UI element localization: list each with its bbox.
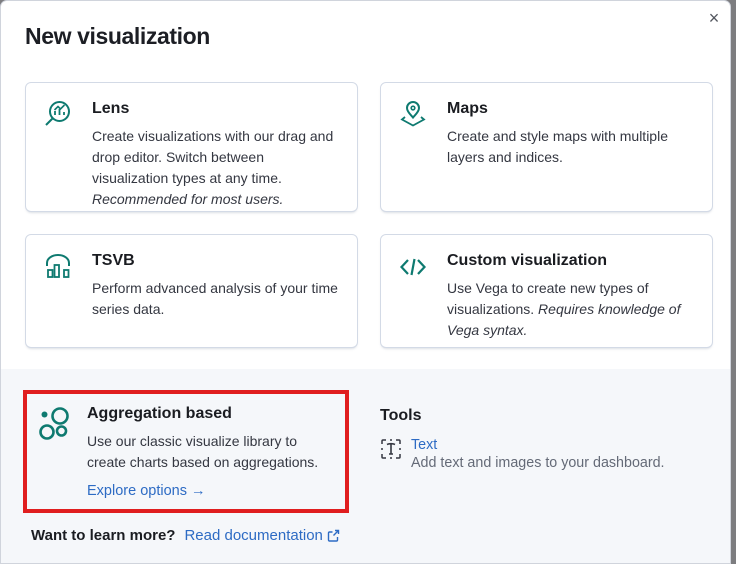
card-maps[interactable]: Maps Create and style maps with multiple…: [380, 82, 713, 212]
annotation-highlight-red-box: Aggregation based Use our classic visual…: [23, 390, 349, 513]
card-description: Use Vega to create new types of visualiz…: [447, 278, 696, 341]
card-lens[interactable]: Lens Create visualizations with our drag…: [25, 82, 358, 212]
card-tsvb[interactable]: TSVB Perform advanced analysis of your t…: [25, 234, 358, 348]
lens-magnifier-chart-icon: [42, 99, 76, 131]
tsvb-timeseries-icon: [42, 251, 76, 283]
modal-footer-area: Aggregation based Use our classic visual…: [1, 369, 730, 564]
external-link-icon: [327, 529, 340, 542]
new-visualization-modal: New visualization × Lens Create visualiz…: [0, 0, 731, 564]
card-custom-visualization[interactable]: Custom visualization Use Vega to create …: [380, 234, 713, 348]
modal-title: New visualization: [25, 23, 210, 50]
visualization-cards-grid: Lens Create visualizations with our drag…: [25, 82, 713, 348]
learn-more-prompt: Want to learn more?: [31, 527, 175, 544]
text-tool-content: Text Add text and images to your dashboa…: [411, 436, 665, 472]
card-content: Custom visualization Use Vega to create …: [447, 250, 696, 341]
explore-options-link[interactable]: Explore options →: [87, 483, 205, 499]
tools-heading: Tools: [380, 407, 713, 425]
aggregation-circles-icon: [37, 406, 75, 448]
card-title: Custom visualization: [447, 252, 696, 270]
aggregation-content: Aggregation based Use our classic visual…: [87, 403, 335, 500]
close-icon: ×: [709, 8, 720, 28]
aggregation-description: Use our classic visualize library to cre…: [87, 431, 335, 473]
card-content: Lens Create visualizations with our drag…: [92, 98, 341, 210]
aggregation-title: Aggregation based: [87, 405, 335, 423]
maps-pin-layers-icon: [397, 99, 431, 131]
read-documentation-link[interactable]: Read documentation: [184, 527, 339, 544]
card-title: Maps: [447, 100, 696, 118]
text-tool-icon: [380, 438, 402, 460]
card-description: Create visualizations with our drag and …: [92, 126, 341, 210]
aggregation-based-panel: Aggregation based Use our classic visual…: [27, 394, 345, 509]
text-tool-link[interactable]: Text: [411, 437, 437, 454]
text-tool-item[interactable]: Text Add text and images to your dashboa…: [380, 436, 713, 472]
card-description: Create and style maps with multiple laye…: [447, 126, 696, 168]
card-title: TSVB: [92, 252, 341, 270]
code-brackets-icon: [397, 251, 431, 283]
card-content: TSVB Perform advanced analysis of your t…: [92, 250, 341, 320]
tools-section: Tools Text Add text and images to your d…: [380, 407, 713, 472]
card-title: Lens: [92, 100, 341, 118]
arrow-right-icon: →: [191, 483, 206, 499]
close-button[interactable]: ×: [701, 5, 727, 31]
text-tool-description: Add text and images to your dashboard.: [411, 454, 665, 472]
card-content: Maps Create and style maps with multiple…: [447, 98, 696, 168]
learn-more-row: Want to learn more? Read documentation: [31, 527, 340, 544]
card-description: Perform advanced analysis of your time s…: [92, 278, 341, 320]
